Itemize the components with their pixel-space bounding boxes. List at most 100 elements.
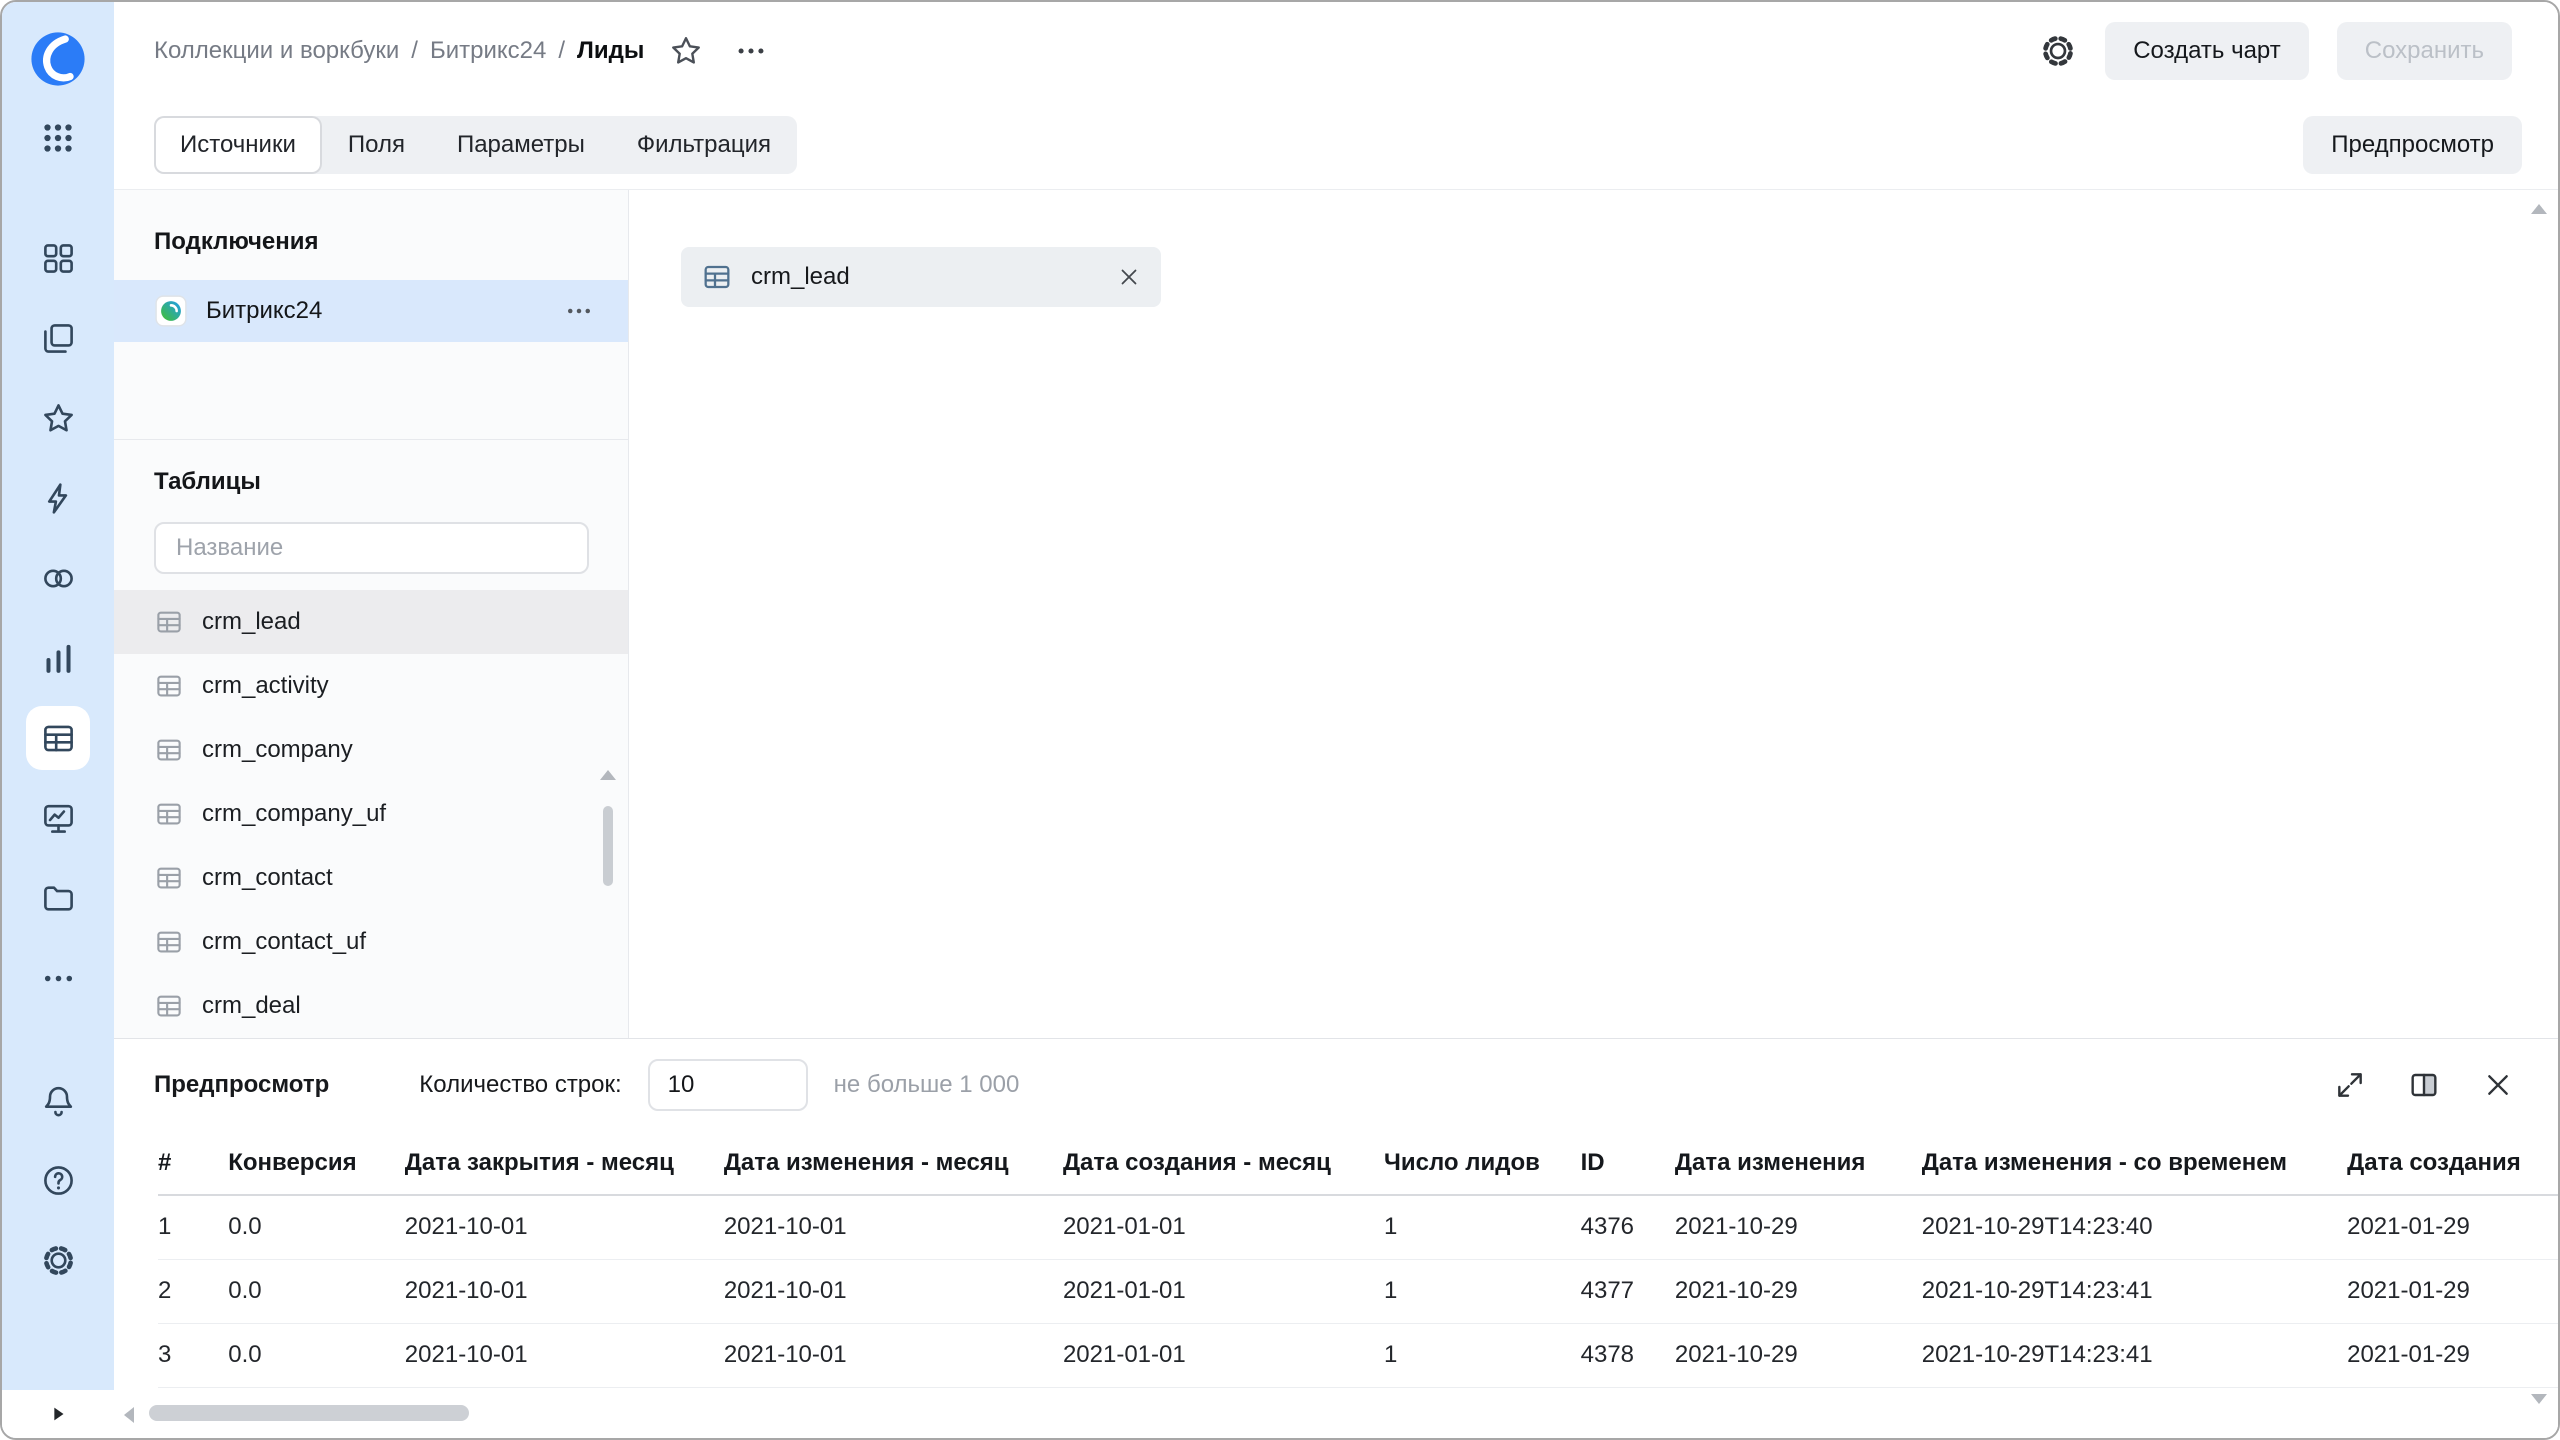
connection-name: Битрикс24 bbox=[206, 297, 322, 325]
sidebar-item-files[interactable] bbox=[18, 858, 98, 938]
preview-cell: 2021-10-29T14:23:40 bbox=[1922, 1195, 2347, 1259]
save-button[interactable]: Сохранить bbox=[2337, 22, 2512, 80]
connection-more-button[interactable] bbox=[564, 296, 594, 326]
breadcrumb-item-workbook[interactable]: Битрикс24 bbox=[430, 37, 546, 65]
sources-panel: Подключения bbox=[114, 190, 629, 1038]
scroll-left-arrow[interactable] bbox=[124, 1407, 134, 1423]
dataset-canvas: crm_lead bbox=[629, 190, 2558, 1038]
tab-label: Источники bbox=[180, 131, 296, 159]
table-list-item[interactable]: crm_lead bbox=[114, 590, 628, 654]
preview-cell: 2021-10-29T14:23:41 bbox=[1922, 1259, 2347, 1323]
tables-scrollbar[interactable] bbox=[600, 770, 616, 1028]
ellipsis-icon bbox=[564, 296, 594, 326]
table-list-item[interactable]: crm_activity bbox=[114, 654, 628, 718]
notifications-button[interactable] bbox=[18, 1060, 98, 1140]
breadcrumb-item-collections[interactable]: Коллекции и воркбуки bbox=[154, 37, 399, 65]
create-chart-button[interactable]: Создать чарт bbox=[2105, 22, 2309, 80]
preview-cell: 2021-01-29 bbox=[2347, 1259, 2558, 1323]
datalens-logo[interactable] bbox=[29, 30, 87, 88]
settings-button[interactable] bbox=[18, 1220, 98, 1300]
preview-h-scrollbar[interactable] bbox=[114, 1391, 2558, 1438]
tab-label: Поля bbox=[348, 131, 405, 159]
preview-cell: 2021-01-01 bbox=[1063, 1323, 1384, 1387]
table-list-item[interactable]: crm_contact_uf bbox=[114, 910, 628, 974]
table-icon bbox=[154, 863, 184, 893]
preview-cell: 0.0 bbox=[228, 1323, 405, 1387]
scroll-down-arrow[interactable] bbox=[2531, 1394, 2547, 1404]
table-list-item[interactable]: crm_company_uf bbox=[114, 782, 628, 846]
sidebar-item-datasets[interactable] bbox=[18, 538, 98, 618]
sidebar-item-more[interactable] bbox=[18, 938, 98, 1018]
preview-cell: 4376 bbox=[1581, 1195, 1675, 1259]
content-v-scrollbar[interactable] bbox=[2530, 204, 2548, 1404]
tab[interactable]: Параметры bbox=[431, 116, 611, 174]
gear-icon bbox=[40, 1242, 77, 1279]
dataset-tabs: Источники Поля Параметры Фильтрация bbox=[154, 116, 797, 174]
monitor-icon bbox=[40, 800, 77, 837]
sidebar-item-workbooks[interactable] bbox=[18, 298, 98, 378]
selected-table-chip[interactable]: crm_lead bbox=[681, 247, 1161, 307]
row-count-label: Количество строк: bbox=[419, 1071, 621, 1099]
gear-icon bbox=[2039, 32, 2077, 70]
close-icon bbox=[2482, 1069, 2514, 1101]
tab-label: Фильтрация bbox=[637, 131, 771, 159]
preview-cell: 1 bbox=[1384, 1323, 1581, 1387]
preview-title: Предпросмотр bbox=[154, 1071, 329, 1099]
sidebar-item-dashboards[interactable] bbox=[18, 778, 98, 858]
preview-cell: 0.0 bbox=[228, 1259, 405, 1323]
sidebar-item-favorites[interactable] bbox=[18, 378, 98, 458]
tab[interactable]: Фильтрация bbox=[611, 116, 797, 174]
table-name: crm_contact bbox=[202, 864, 333, 892]
table-list-item[interactable]: crm_company bbox=[114, 718, 628, 782]
tables-list: crm_lead crm_activity bbox=[114, 590, 628, 1038]
preview-expand-button[interactable] bbox=[2334, 1069, 2366, 1101]
sidebar-expand-button[interactable] bbox=[2, 1390, 114, 1438]
sidebar-item-collections[interactable] bbox=[18, 218, 98, 298]
preview-column-header: Дата закрытия - месяц bbox=[405, 1131, 724, 1195]
preview-cell: 2021-10-01 bbox=[724, 1323, 1063, 1387]
table-name: crm_activity bbox=[202, 672, 329, 700]
preview-column-header: Конверсия bbox=[228, 1131, 405, 1195]
preview-cell: 2021-10-01 bbox=[724, 1259, 1063, 1323]
apps-grid-icon[interactable] bbox=[38, 118, 78, 158]
preview-header-row: #КонверсияДата закрытия - месяцДата изме… bbox=[158, 1131, 2558, 1195]
workbooks-icon bbox=[40, 320, 77, 357]
tab[interactable]: Источники bbox=[154, 116, 322, 174]
preview-column-header: Дата создания - месяц bbox=[1063, 1131, 1384, 1195]
bar-chart-icon bbox=[40, 640, 77, 677]
table-icon bbox=[154, 607, 184, 637]
split-view-icon bbox=[2408, 1069, 2440, 1101]
chip-remove-button[interactable] bbox=[1117, 265, 1141, 289]
breadcrumb-current: Лиды bbox=[577, 37, 644, 65]
table-search-input[interactable] bbox=[154, 522, 589, 574]
preview-cell: 2021-01-01 bbox=[1063, 1195, 1384, 1259]
star-icon bbox=[668, 33, 704, 69]
scrollbar-thumb[interactable] bbox=[603, 806, 613, 886]
dataset-settings-button[interactable] bbox=[2039, 32, 2077, 70]
collections-icon bbox=[40, 240, 77, 277]
question-icon bbox=[40, 1162, 77, 1199]
preview-layout-button[interactable] bbox=[2408, 1069, 2440, 1101]
preview-close-button[interactable] bbox=[2482, 1069, 2514, 1101]
scrollbar-thumb[interactable] bbox=[149, 1405, 469, 1421]
table-name: crm_deal bbox=[202, 992, 301, 1020]
table-icon bbox=[701, 261, 733, 293]
row-count-input[interactable] bbox=[648, 1059, 808, 1111]
tab[interactable]: Поля bbox=[322, 116, 431, 174]
preview-grid: #КонверсияДата закрытия - месяцДата изме… bbox=[114, 1131, 2558, 1391]
preview-cell: 2021-10-01 bbox=[405, 1323, 724, 1387]
ellipsis-icon bbox=[734, 34, 768, 68]
sidebar-item-connections[interactable] bbox=[18, 458, 98, 538]
entry-more-button[interactable] bbox=[734, 34, 768, 68]
scroll-up-arrow[interactable] bbox=[600, 770, 616, 780]
table-list-item[interactable]: crm_deal bbox=[114, 974, 628, 1038]
scroll-up-arrow[interactable] bbox=[2531, 204, 2547, 214]
sidebar-item-charts[interactable] bbox=[18, 618, 98, 698]
favorite-star-button[interactable] bbox=[668, 33, 704, 69]
datasets-rings-icon bbox=[40, 560, 77, 597]
help-button[interactable] bbox=[18, 1140, 98, 1220]
connection-item[interactable]: Битрикс24 bbox=[114, 280, 628, 342]
preview-toggle-button[interactable]: Предпросмотр bbox=[2303, 116, 2522, 174]
sidebar-item-current-dataset[interactable] bbox=[26, 706, 90, 770]
table-list-item[interactable]: crm_contact bbox=[114, 846, 628, 910]
